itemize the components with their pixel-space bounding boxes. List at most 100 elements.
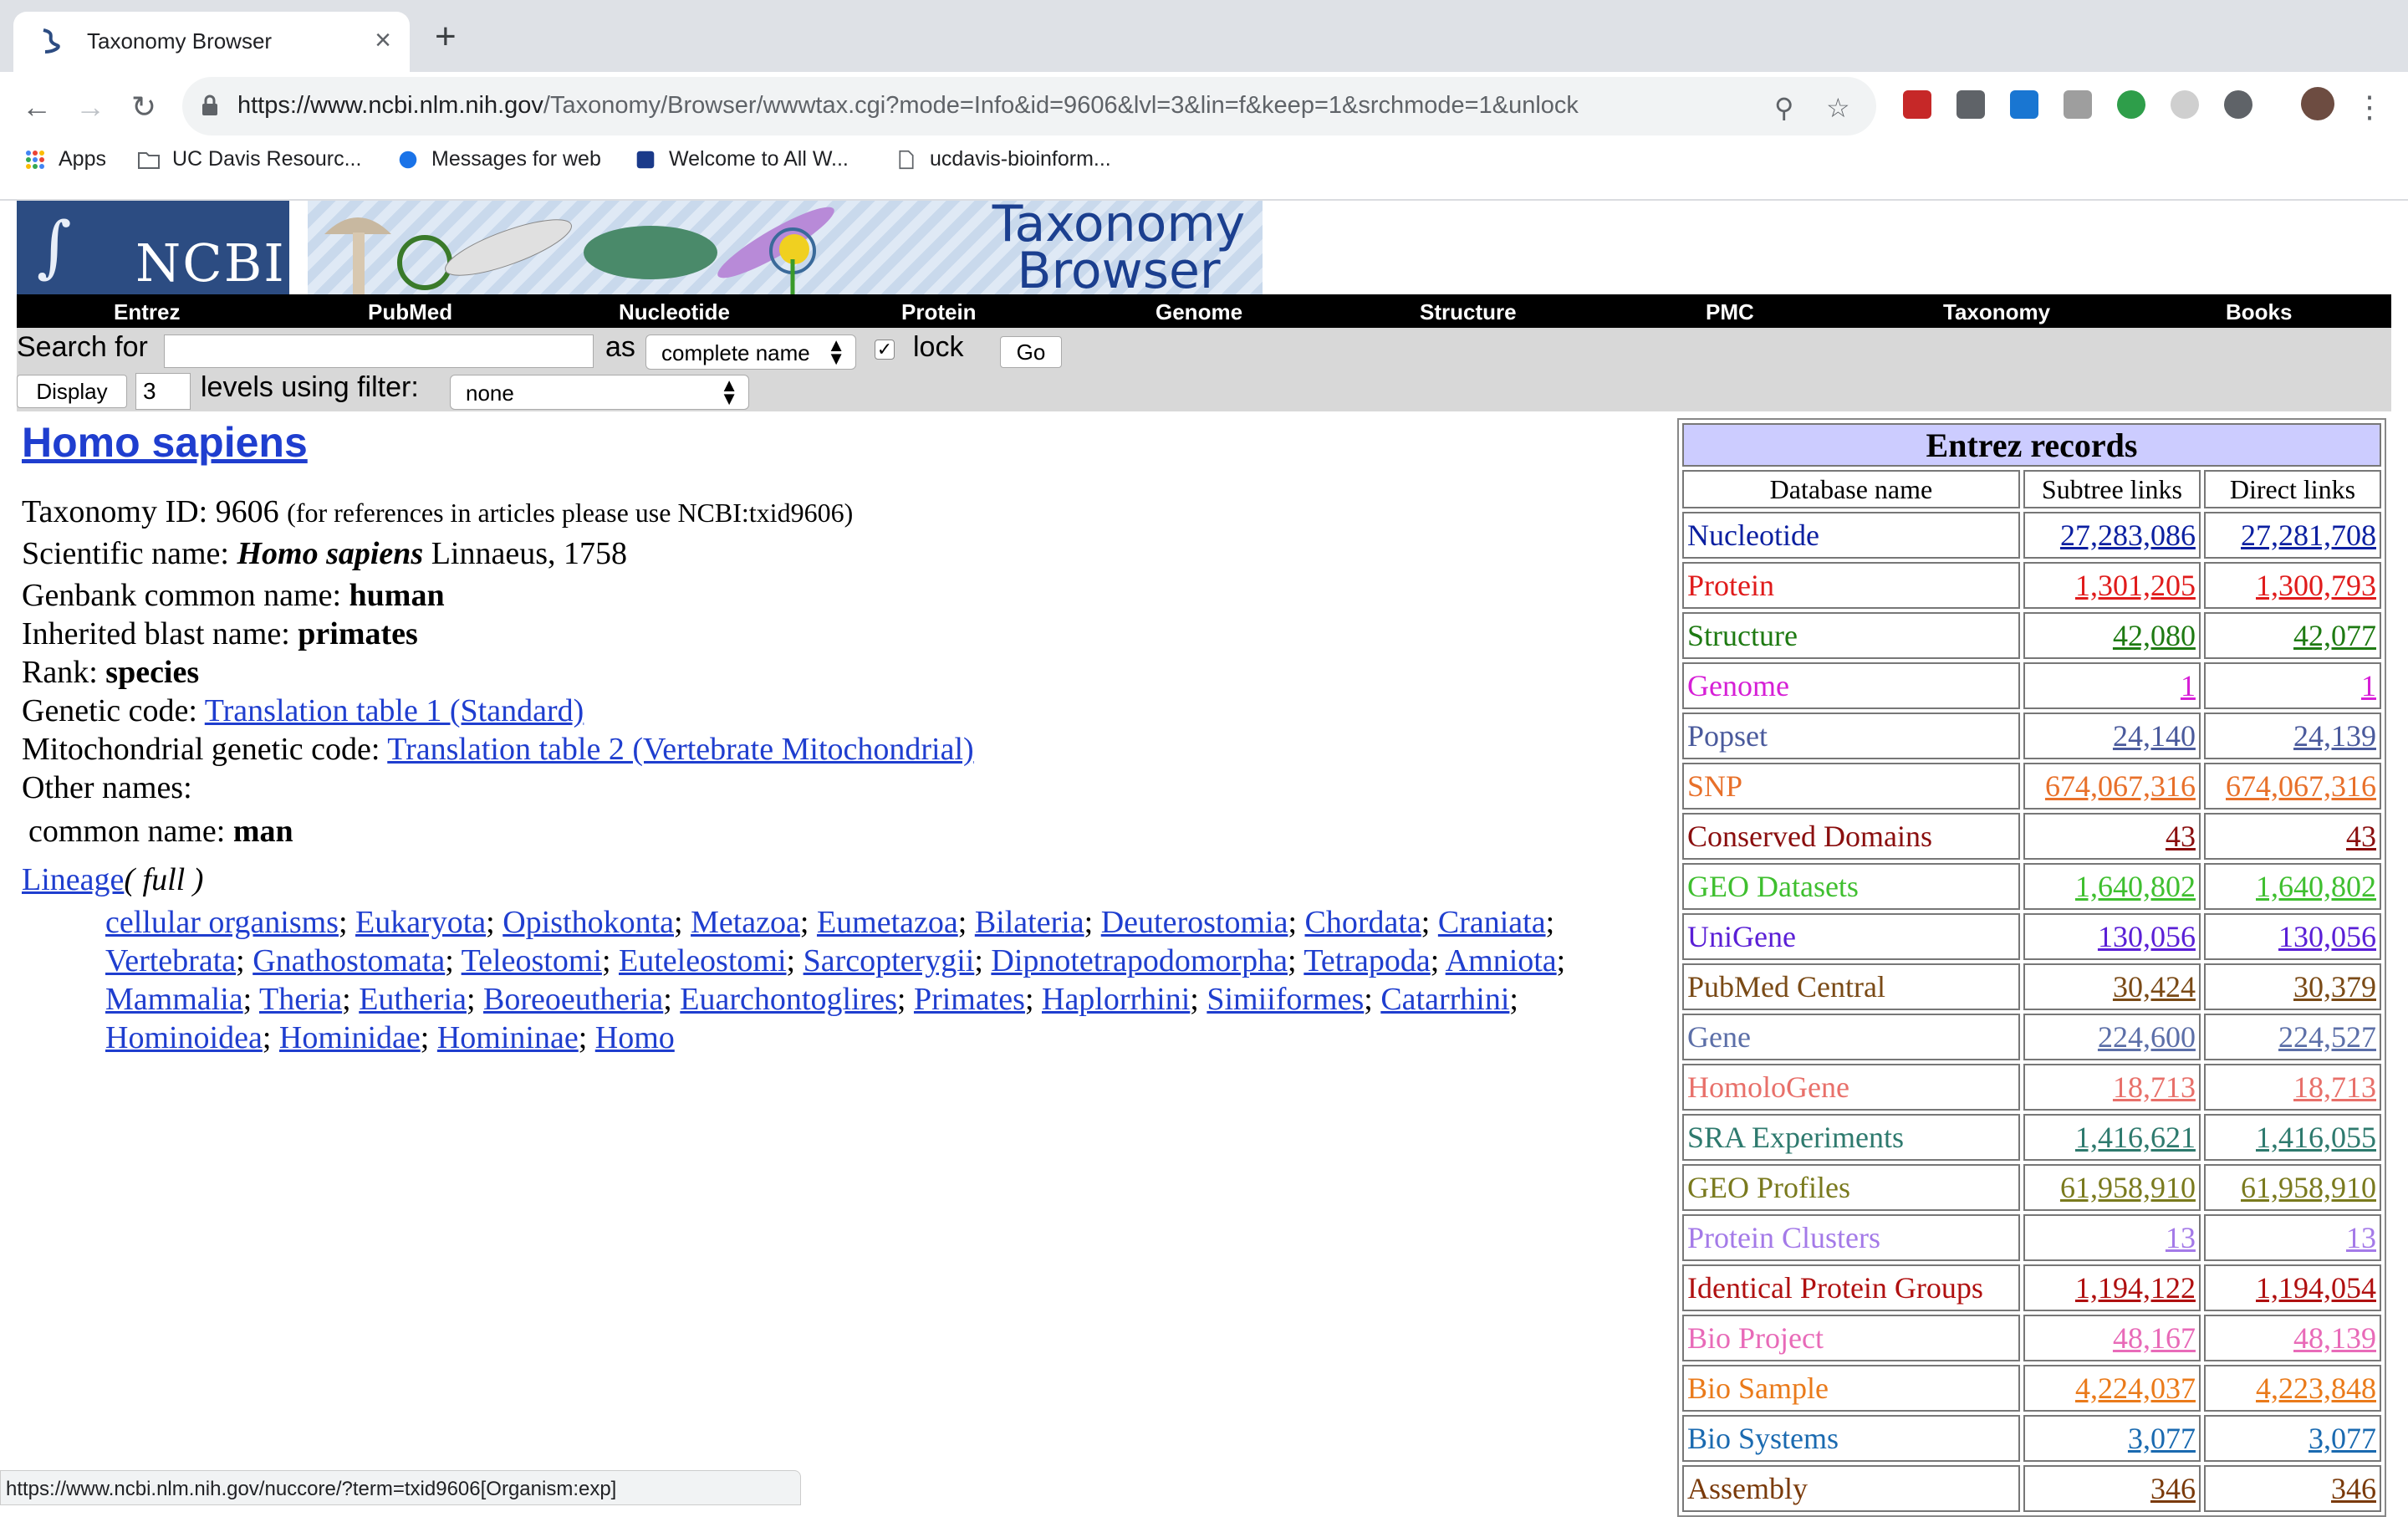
lineage-item[interactable]: Primates (914, 982, 1025, 1017)
lineage-item[interactable]: Eukaryota (355, 905, 486, 940)
lineage-item[interactable]: Sarcopterygii (804, 943, 975, 978)
bookmark-messages[interactable]: Messages for web (396, 147, 601, 171)
tab-close-icon[interactable]: × (375, 23, 391, 57)
subtree-link[interactable]: 24,140 (2023, 713, 2201, 759)
lineage-item[interactable]: Chordata (1305, 905, 1421, 940)
subtree-link[interactable]: 224,600 (2023, 1014, 2201, 1060)
direct-link[interactable]: 27,281,708 (2203, 512, 2381, 559)
lineage-item[interactable]: Hominidae (279, 1020, 421, 1055)
direct-link[interactable]: 13 (2203, 1214, 2381, 1261)
lineage-item[interactable]: Amniota (1446, 943, 1557, 978)
menu-taxonomy[interactable]: Taxonomy (1943, 299, 2050, 325)
forward-arrow-icon[interactable]: → (70, 87, 110, 127)
subtree-link[interactable]: 1,301,205 (2023, 562, 2201, 609)
bookmark-folder-ucdavis[interactable]: UC Davis Resourc... (137, 147, 361, 171)
subtree-link[interactable]: 43 (2023, 813, 2201, 860)
menu-pubmed[interactable]: PubMed (368, 299, 452, 325)
lineage-item[interactable]: Haplorrhini (1042, 982, 1190, 1017)
lock-checkbox[interactable]: ✓ (875, 340, 895, 360)
extension-shield-icon[interactable] (2224, 90, 2252, 119)
lineage-item[interactable]: Euarchontoglires (680, 982, 897, 1017)
menu-protein[interactable]: Protein (901, 299, 977, 325)
lineage-item[interactable]: Tetrapoda (1303, 943, 1430, 978)
menu-books[interactable]: Books (2226, 299, 2292, 325)
lineage-full-toggle[interactable]: ( full ) (124, 862, 203, 897)
lineage-item[interactable]: Boreoeutheria (483, 982, 663, 1017)
browser-tab[interactable]: Taxonomy Browser × (13, 12, 410, 72)
lineage-item[interactable]: Hominoidea (105, 1020, 263, 1055)
lineage-item[interactable]: Eumetazoa (817, 905, 958, 940)
extension-green-icon[interactable] (2117, 90, 2145, 119)
lineage-item[interactable]: Homo (595, 1020, 675, 1055)
genetic-code-link[interactable]: Translation table 1 (Standard) (205, 693, 584, 728)
go-button[interactable]: Go (1000, 336, 1062, 368)
reload-icon[interactable]: ↻ (124, 87, 164, 127)
new-tab-button[interactable]: + (435, 18, 457, 55)
subtree-link[interactable]: 18,713 (2023, 1064, 2201, 1111)
profile-avatar[interactable] (2301, 87, 2334, 120)
direct-link[interactable]: 61,958,910 (2203, 1164, 2381, 1211)
direct-link[interactable]: 1,416,055 (2203, 1114, 2381, 1161)
menu-dots-icon[interactable]: ⋮ (2349, 87, 2390, 127)
filter-select[interactable]: none ▲ ▼ (450, 375, 749, 410)
direct-link[interactable]: 1 (2203, 662, 2381, 709)
extension-icon[interactable] (1903, 90, 1931, 119)
direct-link[interactable]: 3,077 (2203, 1415, 2381, 1462)
subtree-link[interactable]: 1,416,621 (2023, 1114, 2201, 1161)
subtree-link[interactable]: 3,077 (2023, 1415, 2201, 1462)
lineage-item[interactable]: Teleostomi (462, 943, 602, 978)
direct-link[interactable]: 48,139 (2203, 1315, 2381, 1361)
lineage-link[interactable]: Lineage (22, 862, 124, 897)
direct-link[interactable]: 4,223,848 (2203, 1365, 2381, 1412)
back-arrow-icon[interactable]: ← (17, 87, 57, 127)
subtree-link[interactable]: 42,080 (2023, 612, 2201, 659)
lineage-item[interactable]: Theria (259, 982, 342, 1017)
bookmark-star-icon[interactable]: ☆ (1826, 92, 1850, 124)
mito-code-link[interactable]: Translation table 2 (Vertebrate Mitochon… (387, 732, 973, 767)
subtree-link[interactable]: 27,283,086 (2023, 512, 2201, 559)
menu-structure[interactable]: Structure (1420, 299, 1517, 325)
subtree-link[interactable]: 30,424 (2023, 963, 2201, 1010)
direct-link[interactable]: 18,713 (2203, 1064, 2381, 1111)
direct-link[interactable]: 1,194,054 (2203, 1264, 2381, 1311)
direct-link[interactable]: 674,067,316 (2203, 763, 2381, 810)
menu-pmc[interactable]: PMC (1706, 299, 1754, 325)
drive-icon[interactable] (2064, 90, 2092, 119)
lineage-item[interactable]: Gnathostomata (253, 943, 445, 978)
subtree-link[interactable]: 130,056 (2023, 913, 2201, 960)
search-mode-select[interactable]: complete name ▲ ▼ (645, 335, 856, 370)
lineage-item[interactable]: Homininae (437, 1020, 579, 1055)
menu-genome[interactable]: Genome (1156, 299, 1242, 325)
subtree-link[interactable]: 61,958,910 (2023, 1164, 2201, 1211)
lineage-item[interactable]: Eutheria (359, 982, 467, 1017)
bookmark-ucdavis-bioinform[interactable]: ucdavis-bioinform... (895, 147, 1111, 171)
taxon-title-link[interactable]: Homo sapiens (22, 418, 308, 467)
lineage-item[interactable]: Mammalia (105, 982, 243, 1017)
direct-link[interactable]: 43 (2203, 813, 2381, 860)
pocket-icon[interactable] (1956, 90, 1985, 119)
subtree-link[interactable]: 48,167 (2023, 1315, 2201, 1361)
subtree-link[interactable]: 674,067,316 (2023, 763, 2201, 810)
trello-icon[interactable] (2010, 90, 2038, 119)
bookmark-welcome[interactable]: Welcome to All W... (634, 147, 849, 171)
direct-link[interactable]: 224,527 (2203, 1014, 2381, 1060)
ncbi-logo[interactable]: ∫ NCBI (17, 201, 289, 294)
lineage-item[interactable]: Simiiformes (1207, 982, 1364, 1017)
lineage-item[interactable]: Dipnotetrapodomorpha (991, 943, 1288, 978)
menu-nucleotide[interactable]: Nucleotide (619, 299, 730, 325)
levels-input[interactable] (135, 373, 191, 410)
bookmark-apps[interactable]: Apps (23, 147, 106, 171)
subtree-link[interactable]: 1,640,802 (2023, 863, 2201, 910)
search-input[interactable] (164, 335, 594, 368)
zoom-icon[interactable]: ⚲ (1774, 92, 1793, 124)
direct-link[interactable]: 42,077 (2203, 612, 2381, 659)
lineage-item[interactable]: Euteleostomi (619, 943, 787, 978)
subtree-link[interactable]: 13 (2023, 1214, 2201, 1261)
direct-link[interactable]: 30,379 (2203, 963, 2381, 1010)
address-bar[interactable]: https://www.ncbi.nlm.nih.gov/Taxonomy/Br… (182, 77, 1876, 135)
lineage-item[interactable]: Metazoa (691, 905, 800, 940)
display-button[interactable]: Display (17, 375, 127, 408)
subtree-link[interactable]: 4,224,037 (2023, 1365, 2201, 1412)
subtree-link[interactable]: 1 (2023, 662, 2201, 709)
lineage-item[interactable]: cellular organisms (105, 905, 339, 940)
